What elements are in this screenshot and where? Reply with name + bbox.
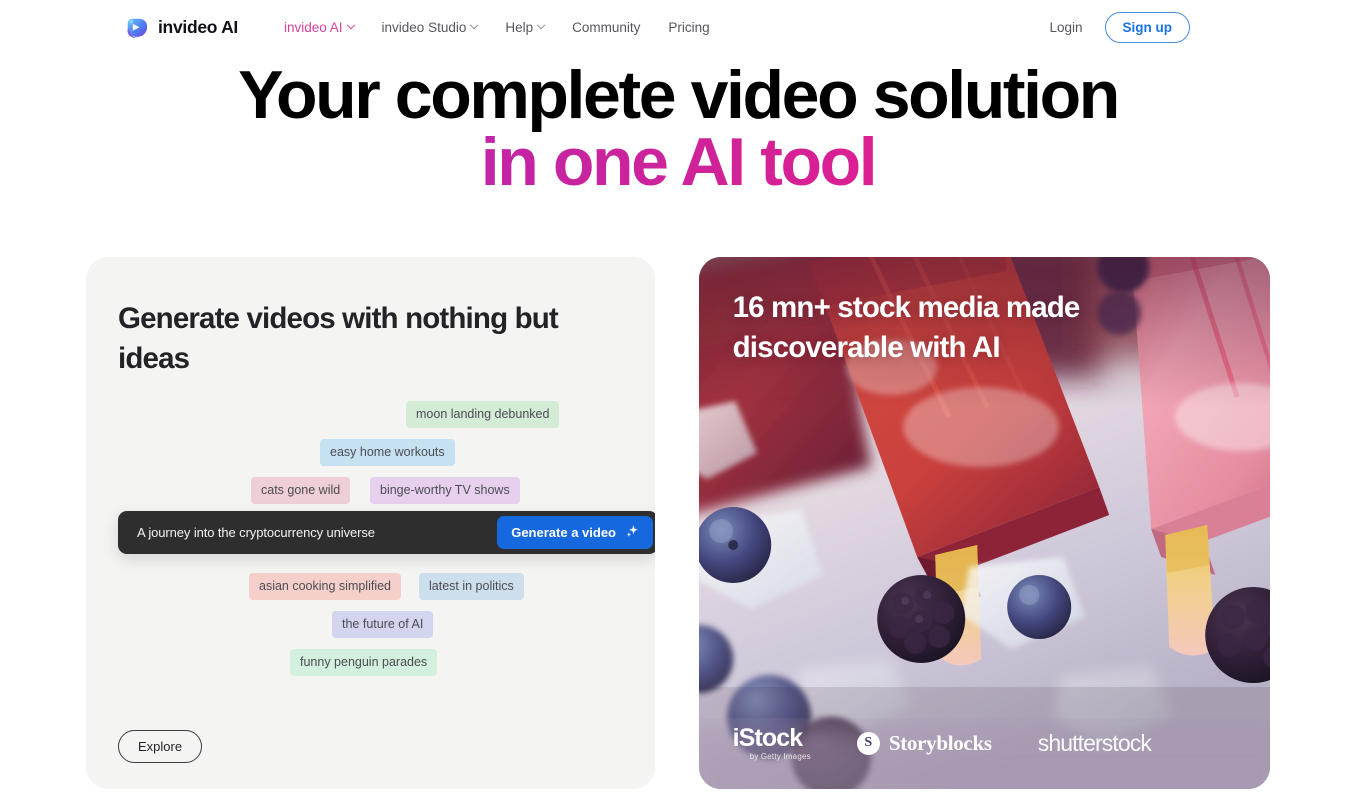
nav-item-label: invideo AI xyxy=(283,20,343,35)
nav-item-pricing[interactable]: Pricing xyxy=(654,14,723,41)
nav-item-label: Community xyxy=(572,20,641,35)
idea-pill[interactable]: funny penguin parades xyxy=(290,648,438,677)
nav-item-invideo-studio[interactable]: invideo Studio xyxy=(368,14,492,41)
storyblocks-badge-icon: S xyxy=(856,731,880,755)
idea-pill-cloud: moon landing debunked easy home workouts… xyxy=(118,400,655,703)
storyblocks-logo: S Storyblocks xyxy=(856,730,992,756)
explore-button[interactable]: Explore xyxy=(118,729,203,763)
hero-section: Your complete video solution in one AI t… xyxy=(0,55,1356,198)
generate-video-button[interactable]: Generate a video xyxy=(497,515,653,549)
card-stock-media[interactable]: 16 mn+ stock media made discoverable wit… xyxy=(698,256,1270,789)
idea-pill[interactable]: latest in politics xyxy=(419,572,524,601)
istock-logo-subtitle: by Getty Images xyxy=(749,751,811,761)
card-right-heading: 16 mn+ stock media made discoverable wit… xyxy=(732,290,1081,365)
prompt-input-bar[interactable]: A journey into the cryptocurrency univer… xyxy=(118,510,655,554)
istock-logo-name: iStock xyxy=(732,723,804,752)
hero-line-1: Your complete video solution xyxy=(238,57,1120,133)
brand-name: invideo AI xyxy=(158,17,238,37)
chevron-down-icon xyxy=(470,20,479,29)
nav-item-community[interactable]: Community xyxy=(558,14,654,41)
nav-item-label: Help xyxy=(505,20,534,35)
page-title: Your complete video solution in one AI t… xyxy=(0,60,1356,198)
explore-button-wrap: Explore xyxy=(118,729,203,763)
card-generate-videos: Generate videos with nothing but ideas m… xyxy=(86,256,655,789)
chevron-down-icon xyxy=(346,20,355,29)
idea-pill[interactable]: asian cooking simplified xyxy=(249,572,402,601)
nav-item-invideo-ai[interactable]: invideo AI xyxy=(270,14,368,41)
nav-item-help[interactable]: Help xyxy=(491,14,558,41)
nav-item-label: Pricing xyxy=(668,20,710,35)
card-left-heading: Generate videos with nothing but ideas xyxy=(118,301,559,375)
sign-up-button[interactable]: Sign up xyxy=(1104,11,1190,44)
chevron-down-icon xyxy=(536,20,546,29)
nav-links: invideo AI invideo Studio Help Community… xyxy=(270,14,724,41)
storyblocks-logo-name: Storyblocks xyxy=(888,730,992,755)
idea-pill[interactable]: cats gone wild xyxy=(251,476,351,505)
login-link[interactable]: Login xyxy=(1037,14,1094,41)
idea-pill[interactable]: moon landing debunked xyxy=(406,400,560,429)
invideo-logo-icon xyxy=(124,15,149,40)
sparkle-icon xyxy=(625,524,639,541)
nav-item-label: invideo Studio xyxy=(381,20,467,35)
shutterstock-logo: shutterstock xyxy=(1037,729,1152,756)
feature-cards: Generate videos with nothing but ideas m… xyxy=(0,256,1356,789)
stock-provider-logos: iStock by Getty Images S Storyblocks shu… xyxy=(732,723,1152,761)
idea-pill[interactable]: the future of AI xyxy=(332,610,434,639)
brand-logo[interactable]: invideo AI xyxy=(124,15,238,40)
prompt-input[interactable]: A journey into the cryptocurrency univer… xyxy=(137,525,497,540)
idea-pill[interactable]: binge-worthy TV shows xyxy=(370,476,520,505)
istock-logo: iStock by Getty Images xyxy=(732,723,811,761)
nav-account-actions: Login Sign up xyxy=(1037,11,1332,44)
top-navigation-bar: invideo AI invideo AI invideo Studio Hel… xyxy=(0,0,1356,55)
idea-pill[interactable]: easy home workouts xyxy=(320,438,455,467)
hero-line-2: in one AI tool xyxy=(0,127,1356,197)
generate-video-label: Generate a video xyxy=(511,524,616,540)
